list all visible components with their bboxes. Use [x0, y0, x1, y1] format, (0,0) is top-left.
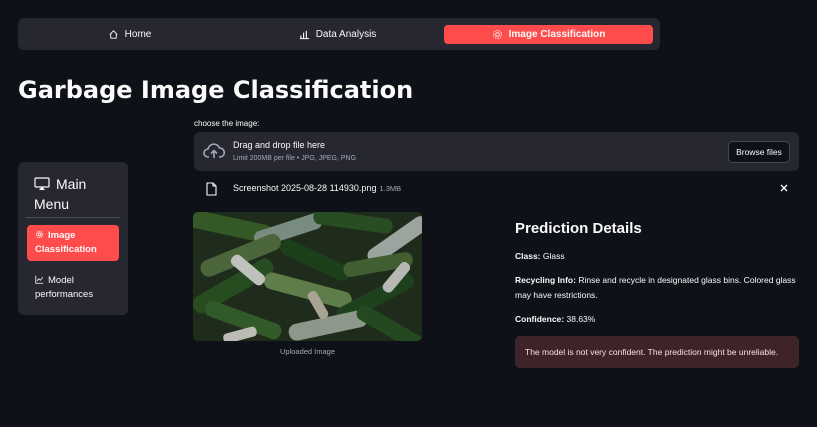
nav-data-analysis-label: Data Analysis	[315, 29, 377, 40]
sidebar-item-model-performances[interactable]: Model performances	[27, 270, 119, 302]
uploader-label: choose the image:	[194, 119, 260, 128]
uploaded-file-row: Screenshot 2025-08-28 114930.png 1.3MB	[194, 180, 799, 200]
confidence-value: 38.63%	[566, 314, 596, 324]
sidebar-divider	[26, 217, 120, 218]
dropzone-text: Drag and drop file here	[233, 140, 326, 150]
file-name-text: Screenshot 2025-08-28 114930.png	[233, 183, 377, 193]
file-name: Screenshot 2025-08-28 114930.png 1.3MB	[233, 183, 401, 193]
class-label: Class:	[515, 251, 541, 261]
home-icon	[109, 30, 118, 39]
image-caption: Uploaded Image	[279, 347, 336, 356]
browse-files-button[interactable]: Browse files	[728, 141, 790, 163]
line-chart-icon	[35, 275, 44, 284]
uploaded-image	[193, 212, 422, 341]
cloud-upload-icon	[203, 143, 225, 158]
nav-image-classification[interactable]: Image Classification	[444, 25, 653, 44]
recycling-label: Recycling Info:	[515, 275, 576, 285]
bar-chart-icon	[299, 30, 309, 40]
nav-data-analysis[interactable]: Data Analysis	[236, 25, 439, 44]
close-icon[interactable]	[778, 182, 790, 194]
prediction-title: Prediction Details	[515, 220, 642, 237]
nav-home[interactable]: Home	[28, 25, 231, 44]
file-dropzone[interactable]: Drag and drop file here Limit 200MB per …	[194, 132, 799, 171]
prediction-class: Class: Glass	[515, 249, 799, 264]
sidebar-item-label: Image Classification	[35, 230, 97, 255]
prediction-confidence: Confidence: 38.63%	[515, 312, 799, 327]
file-size: 1.3MB	[379, 184, 402, 193]
class-value: Glass	[542, 251, 565, 261]
display-icon	[34, 177, 50, 190]
sidebar-title: Main Menu	[34, 174, 124, 214]
nav-image-classification-label: Image Classification	[508, 29, 606, 40]
nav-home-label: Home	[124, 29, 152, 40]
page-title: Garbage Image Classification	[18, 76, 414, 104]
top-navigation: Home Data Analysis Image Classification	[18, 18, 660, 50]
glass-bottles-photo	[193, 212, 422, 341]
gear-icon	[35, 230, 44, 239]
dropzone-limit: Limit 200MB per file • JPG, JPEG, PNG	[233, 155, 357, 162]
prediction-recycling-info: Recycling Info: Rinse and recycle in des…	[515, 273, 799, 303]
sidebar: Main Menu Image Classification Model per…	[18, 162, 128, 315]
gear-icon	[492, 30, 502, 39]
confidence-label: Confidence:	[515, 314, 565, 324]
file-icon	[206, 182, 217, 196]
sidebar-item-image-classification[interactable]: Image Classification	[27, 225, 119, 261]
low-confidence-warning: The model is not very confident. The pre…	[515, 336, 799, 368]
